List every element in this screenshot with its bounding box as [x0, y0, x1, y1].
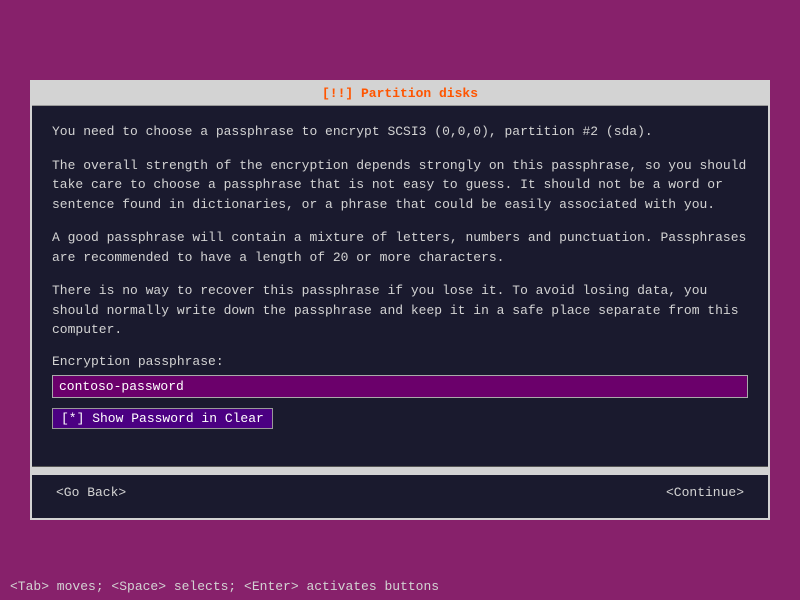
- passphrase-input-field[interactable]: contoso-password: [52, 375, 748, 398]
- paragraph1: You need to choose a passphrase to encry…: [52, 122, 748, 142]
- continue-button[interactable]: <Continue>: [662, 483, 748, 502]
- paragraph4: There is no way to recover this passphra…: [52, 281, 748, 340]
- paragraph3: A good passphrase will contain a mixture…: [52, 228, 748, 267]
- bottom-bar: <Tab> moves; <Space> selects; <Enter> ac…: [0, 573, 800, 600]
- paragraph2: The overall strength of the encryption d…: [52, 156, 748, 215]
- dialog-buttons: <Go Back> <Continue>: [32, 475, 768, 518]
- show-password-checkbox[interactable]: [*] Show Password in Clear: [52, 408, 273, 429]
- show-password-label: [*] Show Password in Clear: [61, 411, 264, 426]
- go-back-button[interactable]: <Go Back>: [52, 483, 130, 502]
- passphrase-value: contoso-password: [59, 379, 741, 394]
- partition-disks-dialog: [!!] Partition disks You need to choose …: [30, 80, 770, 520]
- dialog-title: [!!] Partition disks: [322, 86, 478, 101]
- passphrase-label: Encryption passphrase:: [52, 354, 748, 369]
- bottom-bar-text: <Tab> moves; <Space> selects; <Enter> ac…: [10, 579, 439, 594]
- dialog-title-bar: [!!] Partition disks: [32, 82, 768, 106]
- dialog-content: You need to choose a passphrase to encry…: [32, 106, 768, 466]
